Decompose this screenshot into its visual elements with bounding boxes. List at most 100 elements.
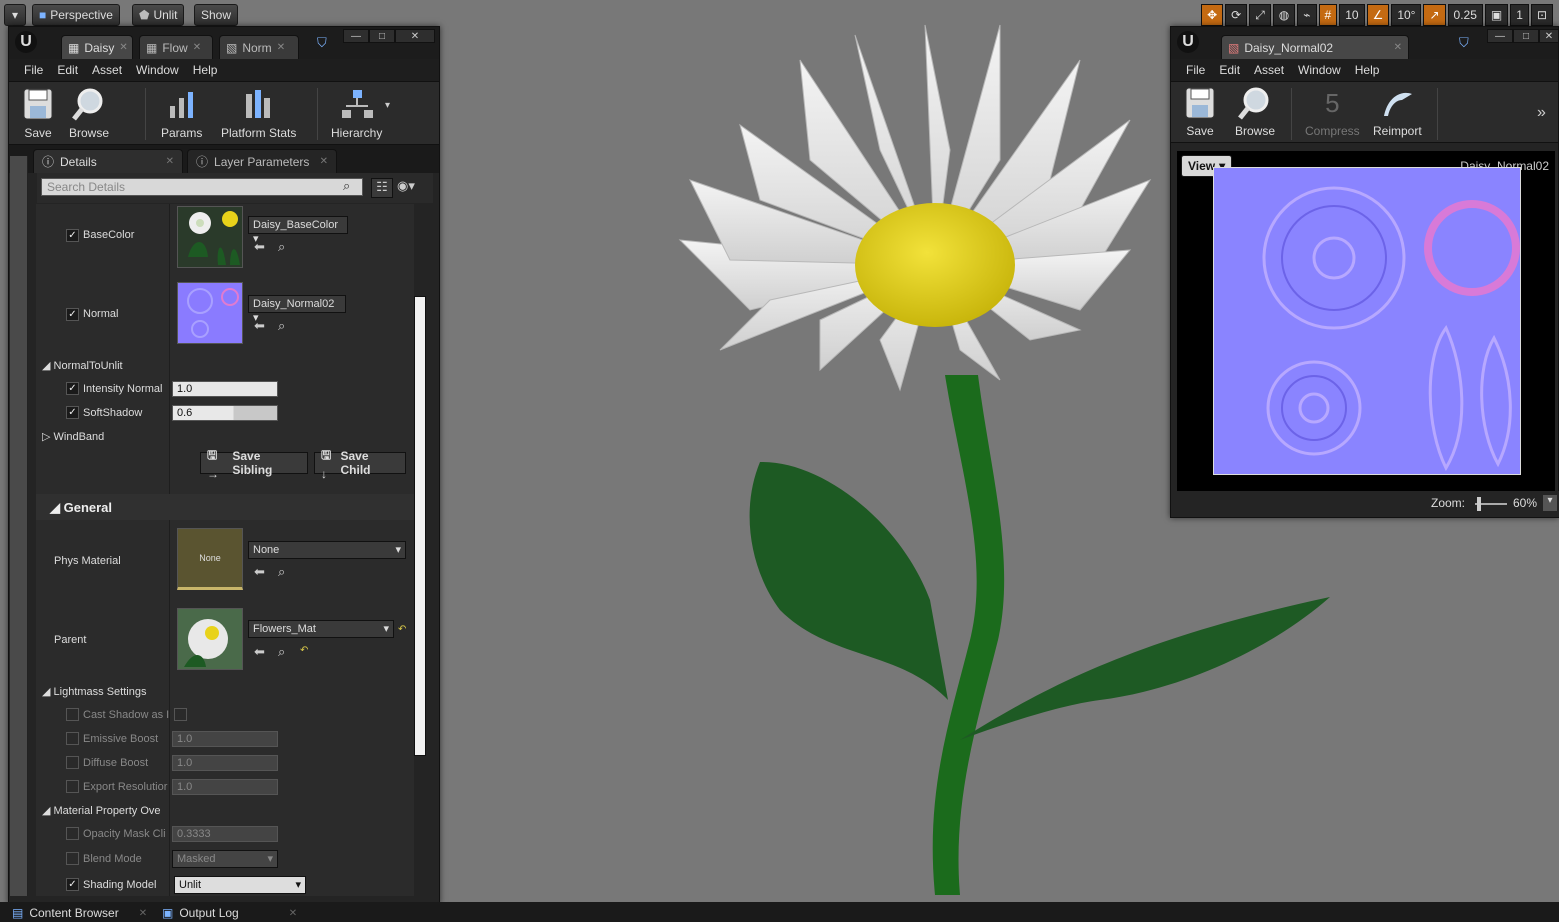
- normal-checkbox[interactable]: ✓: [66, 308, 79, 321]
- camera-speed-icon[interactable]: ▣: [1484, 4, 1509, 26]
- save-child-button[interactable]: 🖫↓ Save Child: [314, 448, 406, 481]
- maximize-viewport-icon[interactable]: ⊡: [1530, 4, 1553, 26]
- export-resolution-checkbox[interactable]: [66, 780, 79, 793]
- basecolor-texture-dropdown[interactable]: Daisy_BaseColor ▾: [248, 216, 348, 245]
- close-window-button[interactable]: ✕: [395, 29, 435, 43]
- close-tab-icon[interactable]: ✕: [277, 42, 285, 53]
- export-resolution-field[interactable]: 1.0: [172, 779, 278, 795]
- lightmass-group[interactable]: ◢ Lightmass Settings: [42, 685, 146, 698]
- menu-asset[interactable]: Asset: [1247, 63, 1291, 77]
- softshadow-checkbox[interactable]: ✓: [66, 406, 79, 419]
- view-options-icon[interactable]: ☷: [371, 178, 393, 198]
- tab-daisy-normal02[interactable]: ▧ Daisy_Normal02 ✕: [1221, 35, 1409, 59]
- menu-window[interactable]: Window: [1291, 63, 1348, 77]
- viewport-options-button[interactable]: ▾: [4, 4, 26, 26]
- menu-asset[interactable]: Asset: [85, 63, 129, 77]
- menu-file[interactable]: File: [17, 63, 50, 77]
- use-selected-arrow-icon[interactable]: ⬅: [254, 564, 265, 580]
- menu-edit[interactable]: Edit: [1212, 63, 1247, 77]
- parent-thumbnail[interactable]: [177, 608, 243, 670]
- blend-mode-checkbox[interactable]: [66, 852, 79, 865]
- close-tab-icon[interactable]: ✕: [289, 908, 297, 919]
- emissive-boost-checkbox[interactable]: [66, 732, 79, 745]
- params-button[interactable]: Params: [161, 86, 202, 140]
- minimize-button[interactable]: —: [1487, 29, 1513, 43]
- content-browser-tab[interactable]: ▤ Content Browser ✕: [12, 904, 147, 922]
- menu-edit[interactable]: Edit: [50, 63, 85, 77]
- emissive-boost-field[interactable]: 1.0: [172, 731, 278, 747]
- reset-to-default-icon[interactable]: ↶: [398, 624, 406, 635]
- learn-hat-icon[interactable]: ⛉: [1459, 35, 1469, 51]
- close-tab-icon[interactable]: ✕: [139, 908, 147, 919]
- maximize-button[interactable]: □: [369, 29, 395, 43]
- normal-thumbnail[interactable]: [177, 282, 243, 344]
- expand-toolbar-icon[interactable]: »: [1537, 104, 1546, 122]
- cast-shadow-checkbox[interactable]: [66, 708, 79, 721]
- learn-hat-icon[interactable]: ⛉: [317, 35, 327, 51]
- tab-flow[interactable]: ▦ Flow ✕: [139, 35, 213, 59]
- save-button[interactable]: Save: [21, 86, 55, 140]
- use-selected-arrow-icon[interactable]: ⬅: [254, 644, 265, 660]
- save-sibling-button[interactable]: 🖫→ Save Sibling: [200, 448, 308, 481]
- blend-mode-dropdown[interactable]: Masked ▾: [172, 850, 278, 868]
- compress-button[interactable]: 5 Compress: [1305, 86, 1360, 139]
- close-tab-icon[interactable]: ✕: [1394, 42, 1402, 53]
- browse-asset-icon[interactable]: ⌕: [278, 644, 285, 660]
- use-selected-arrow-icon[interactable]: ⬅: [254, 318, 265, 334]
- close-tab-icon[interactable]: ✕: [119, 42, 127, 53]
- opacity-mask-field[interactable]: 0.3333: [172, 826, 278, 842]
- tab-daisy[interactable]: ▦ Daisy ✕: [61, 35, 133, 59]
- perspective-button[interactable]: ■ Perspective: [32, 4, 120, 26]
- browse-asset-icon[interactable]: ⌕: [278, 564, 285, 580]
- close-window-button[interactable]: ✕: [1539, 29, 1559, 43]
- basecolor-checkbox[interactable]: ✓: [66, 229, 79, 242]
- camera-speed-value[interactable]: 1: [1510, 4, 1529, 26]
- hierarchy-button[interactable]: Hierarchy: [331, 86, 382, 140]
- zoom-slider-thumb[interactable]: [1477, 497, 1481, 511]
- hierarchy-dropdown-icon[interactable]: ▾: [385, 100, 390, 111]
- phys-material-thumbnail[interactable]: None: [177, 528, 243, 590]
- shading-model-dropdown[interactable]: Unlit ▾: [174, 876, 306, 894]
- maximize-button[interactable]: □: [1513, 29, 1539, 43]
- normal-texture-dropdown[interactable]: Daisy_Normal02 ▾: [248, 295, 346, 324]
- browse-button[interactable]: Browse: [69, 86, 109, 140]
- platform-stats-button[interactable]: Platform Stats: [221, 86, 296, 140]
- windband-group[interactable]: ▷ WindBand: [42, 430, 104, 443]
- menu-help[interactable]: Help: [186, 63, 225, 77]
- search-details-input[interactable]: Search Details: [41, 178, 363, 196]
- material-property-override-group[interactable]: ◢ Material Property Ove: [42, 804, 161, 817]
- cast-shadow-value-checkbox[interactable]: [174, 708, 187, 721]
- menu-window[interactable]: Window: [129, 63, 186, 77]
- reimport-button[interactable]: Reimport: [1373, 86, 1422, 138]
- diffuse-boost-field[interactable]: 1.0: [172, 755, 278, 771]
- scale-snap-value[interactable]: 0.25: [1447, 4, 1483, 26]
- close-tab-icon[interactable]: ✕: [320, 156, 328, 167]
- output-log-tab[interactable]: ▣ Output Log ✕: [162, 904, 297, 922]
- show-button[interactable]: Show: [194, 4, 239, 26]
- general-section-header[interactable]: ◢ General: [36, 494, 414, 520]
- normaltounlit-group[interactable]: ◢ NormalToUnlit: [42, 359, 123, 372]
- menu-help[interactable]: Help: [1348, 63, 1387, 77]
- close-tab-icon[interactable]: ✕: [166, 156, 174, 167]
- browse-asset-icon[interactable]: ⌕: [278, 239, 285, 255]
- rotation-snap-value[interactable]: 10°: [1391, 4, 1422, 26]
- diffuse-boost-checkbox[interactable]: [66, 756, 79, 769]
- basecolor-thumbnail[interactable]: [177, 206, 243, 268]
- tab-layer-parameters[interactable]: ⓘ Layer Parameters ✕: [187, 149, 337, 173]
- softshadow-field[interactable]: 0.6: [172, 405, 278, 421]
- details-scrollbar[interactable]: [414, 296, 426, 756]
- open-asset-icon[interactable]: ↶: [300, 645, 308, 656]
- texture-viewport[interactable]: View ▾ Daisy_Normal02: [1177, 151, 1555, 491]
- scale-snap-icon[interactable]: ↗: [1423, 4, 1446, 26]
- rotation-snap-icon[interactable]: ∠: [1366, 4, 1390, 26]
- grid-snap-value[interactable]: 10: [1339, 4, 1365, 26]
- tab-norm[interactable]: ▧ Norm ✕: [219, 35, 299, 59]
- parent-dropdown[interactable]: Flowers_Mat ▾: [248, 620, 394, 638]
- browse-asset-icon[interactable]: ⌕: [278, 318, 285, 334]
- unlit-button[interactable]: ⬟ Unlit: [132, 4, 185, 26]
- close-tab-icon[interactable]: ✕: [193, 42, 201, 53]
- zoom-dropdown-icon[interactable]: ▾: [1543, 495, 1557, 511]
- menu-file[interactable]: File: [1179, 63, 1212, 77]
- intensity-normal-field[interactable]: 1.0: [172, 381, 278, 397]
- eye-icon[interactable]: ◉▾: [397, 178, 415, 194]
